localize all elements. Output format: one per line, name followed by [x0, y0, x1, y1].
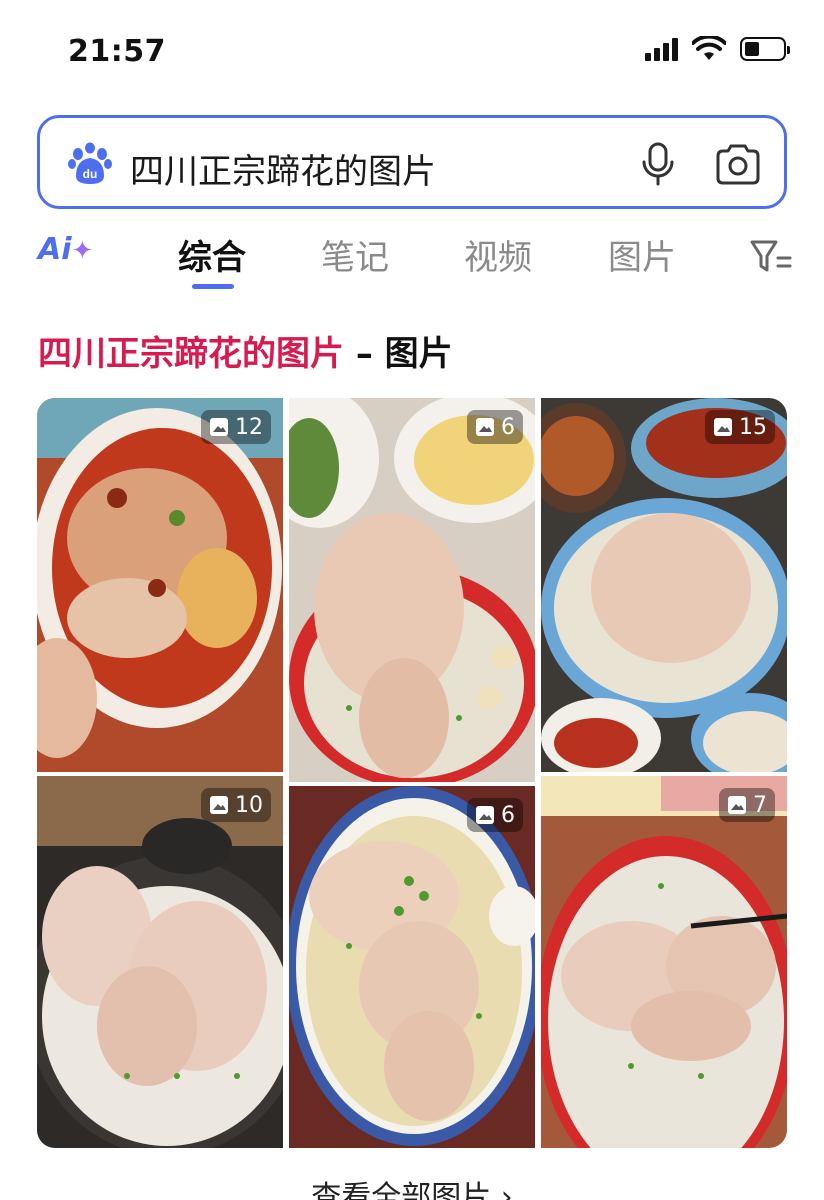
ai-assistant-button[interactable]: Ai✦ — [38, 232, 93, 267]
filter-icon[interactable] — [748, 236, 792, 276]
food-photo — [541, 776, 787, 1148]
gallery-icon — [210, 418, 228, 436]
baidu-paw-logo-icon: du — [68, 142, 112, 184]
food-photo — [289, 398, 535, 782]
image-count-badge: 7 — [719, 788, 775, 822]
see-all-images-link[interactable]: 查看全部图片 › — [0, 1172, 824, 1200]
image-grid: 12 6 15 10 6 7 — [37, 398, 787, 1148]
tab-comprehensive[interactable]: 综合 — [178, 230, 246, 279]
search-bar[interactable]: du 四川正宗蹄花的图片 — [37, 115, 787, 209]
camera-icon[interactable] — [714, 142, 762, 186]
image-thumbnail-3[interactable]: 15 — [541, 398, 787, 772]
cellular-signal-icon — [645, 37, 678, 61]
image-count-badge: 12 — [201, 410, 271, 444]
gallery-icon — [728, 796, 746, 814]
gallery-icon — [210, 796, 228, 814]
tab-notes[interactable]: 笔记 — [321, 230, 389, 279]
active-tab-indicator — [192, 284, 234, 289]
result-tabs: Ai✦ 综合 笔记 视频 图片 — [0, 222, 824, 294]
battery-icon — [740, 37, 790, 61]
image-count-badge: 15 — [705, 410, 775, 444]
svg-text:du: du — [83, 167, 98, 181]
status-bar: 21:57 — [0, 0, 824, 100]
image-thumbnail-1[interactable]: 12 — [37, 398, 283, 772]
gallery-icon — [476, 806, 494, 824]
image-thumbnail-2[interactable]: 6 — [289, 398, 535, 782]
food-photo — [37, 398, 283, 772]
wifi-icon — [692, 36, 726, 60]
food-photo — [541, 398, 787, 772]
microphone-icon[interactable] — [640, 142, 676, 186]
status-icons — [645, 36, 790, 62]
image-thumbnail-4[interactable]: 10 — [37, 776, 283, 1148]
image-thumbnail-5[interactable]: 6 — [289, 786, 535, 1148]
tab-images[interactable]: 图片 — [608, 230, 676, 279]
status-time: 21:57 — [68, 34, 166, 69]
sparkle-icon: ✦ — [71, 236, 94, 266]
ai-label: Ai — [38, 232, 72, 267]
tab-videos[interactable]: 视频 — [464, 230, 532, 279]
image-count-badge: 6 — [467, 798, 523, 832]
image-thumbnail-6[interactable]: 7 — [541, 776, 787, 1148]
food-photo — [289, 786, 535, 1148]
food-photo — [37, 776, 283, 1148]
image-count-badge: 6 — [467, 410, 523, 444]
search-input[interactable]: 四川正宗蹄花的图片 — [130, 144, 436, 193]
section-suffix: – 图片 — [344, 334, 453, 374]
gallery-icon — [714, 418, 732, 436]
image-section-title[interactable]: 四川正宗蹄花的图片 – 图片 — [38, 326, 453, 375]
gallery-icon — [476, 418, 494, 436]
image-count-badge: 10 — [201, 788, 271, 822]
section-query-text: 四川正宗蹄花的图片 — [38, 334, 344, 374]
